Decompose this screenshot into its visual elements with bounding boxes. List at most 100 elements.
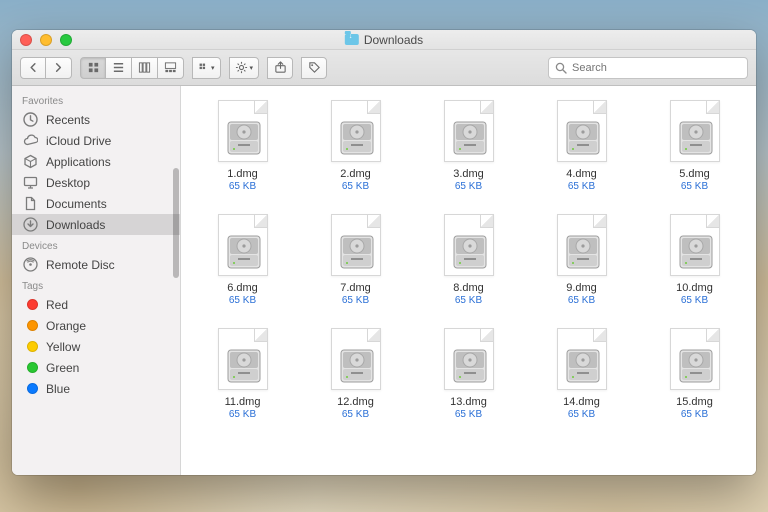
sidebar-scrollbar[interactable] xyxy=(173,168,179,278)
file-item[interactable]: 10.dmg65 KB xyxy=(643,214,746,306)
dmg-file-icon xyxy=(670,328,720,390)
dmg-file-icon xyxy=(557,100,607,162)
file-item[interactable]: 7.dmg65 KB xyxy=(304,214,407,306)
file-item[interactable]: 5.dmg65 KB xyxy=(643,100,746,192)
dmg-file-icon xyxy=(331,328,381,390)
gallery-view-button[interactable] xyxy=(158,57,184,79)
sidebar-item-applications[interactable]: Applications xyxy=(12,151,180,172)
file-size: 65 KB xyxy=(229,181,256,192)
sidebar-item-downloads[interactable]: Downloads xyxy=(12,214,180,235)
search-input[interactable] xyxy=(572,62,741,74)
dmg-file-icon xyxy=(218,328,268,390)
file-item[interactable]: 14.dmg65 KB xyxy=(530,328,633,420)
arrange-button[interactable]: ▾ xyxy=(192,57,221,79)
file-item[interactable]: 9.dmg65 KB xyxy=(530,214,633,306)
icon-view-button[interactable] xyxy=(80,57,106,79)
file-name: 3.dmg xyxy=(453,168,484,180)
sidebar-item-label: Documents xyxy=(46,197,107,211)
dmg-file-icon xyxy=(444,100,494,162)
nav-buttons xyxy=(20,57,72,79)
window-controls xyxy=(20,34,72,46)
dmg-file-icon xyxy=(670,214,720,276)
share-button[interactable] xyxy=(267,57,293,79)
sidebar-item-green[interactable]: Green xyxy=(12,357,180,378)
doc-icon xyxy=(22,196,39,211)
file-name: 12.dmg xyxy=(337,396,374,408)
column-view-button[interactable] xyxy=(132,57,158,79)
list-view-button[interactable] xyxy=(106,57,132,79)
file-item[interactable]: 1.dmg65 KB xyxy=(191,100,294,192)
close-button[interactable] xyxy=(20,34,32,46)
file-item[interactable]: 4.dmg65 KB xyxy=(530,100,633,192)
file-item[interactable]: 15.dmg65 KB xyxy=(643,328,746,420)
file-name: 9.dmg xyxy=(566,282,597,294)
toolbar: ▾ ▾ xyxy=(12,50,756,86)
green-tag-icon xyxy=(22,360,39,375)
sidebar: FavoritesRecentsiCloud DriveApplications… xyxy=(12,86,181,475)
sidebar-item-orange[interactable]: Orange xyxy=(12,315,180,336)
window-body: FavoritesRecentsiCloud DriveApplications… xyxy=(12,86,756,475)
file-item[interactable]: 3.dmg65 KB xyxy=(417,100,520,192)
file-item[interactable]: 13.dmg65 KB xyxy=(417,328,520,420)
zoom-button[interactable] xyxy=(60,34,72,46)
file-name: 10.dmg xyxy=(676,282,713,294)
file-size: 65 KB xyxy=(229,409,256,420)
minimize-button[interactable] xyxy=(40,34,52,46)
sidebar-item-icloud-drive[interactable]: iCloud Drive xyxy=(12,130,180,151)
forward-button[interactable] xyxy=(46,57,72,79)
sidebar-item-label: Remote Disc xyxy=(46,258,115,272)
search-field[interactable] xyxy=(548,57,748,79)
dmg-file-icon xyxy=(557,328,607,390)
file-name: 11.dmg xyxy=(225,396,261,408)
file-size: 65 KB xyxy=(568,181,595,192)
sidebar-item-label: Desktop xyxy=(46,176,90,190)
file-name: 2.dmg xyxy=(340,168,371,180)
sidebar-item-documents[interactable]: Documents xyxy=(12,193,180,214)
file-item[interactable]: 8.dmg65 KB xyxy=(417,214,520,306)
file-size: 65 KB xyxy=(455,181,482,192)
red-tag-icon xyxy=(22,297,39,312)
sidebar-item-yellow[interactable]: Yellow xyxy=(12,336,180,357)
content-area[interactable]: 1.dmg65 KB2.dmg65 KB3.dmg65 KB4.dmg65 KB… xyxy=(181,86,756,475)
dmg-file-icon xyxy=(331,214,381,276)
sidebar-item-remote-disc[interactable]: Remote Disc xyxy=(12,254,180,275)
sidebar-item-label: Blue xyxy=(46,382,70,396)
search-icon xyxy=(555,62,567,74)
file-size: 65 KB xyxy=(681,295,708,306)
file-item[interactable]: 2.dmg65 KB xyxy=(304,100,407,192)
sidebar-item-red[interactable]: Red xyxy=(12,294,180,315)
sidebar-item-label: Green xyxy=(46,361,79,375)
tag-group xyxy=(301,57,327,79)
desktop-icon xyxy=(22,175,39,190)
titlebar[interactable]: Downloads xyxy=(12,30,756,50)
sidebar-item-label: Downloads xyxy=(46,218,105,232)
window-title: Downloads xyxy=(345,33,423,47)
file-name: 5.dmg xyxy=(679,168,710,180)
orange-tag-icon xyxy=(22,318,39,333)
file-name: 8.dmg xyxy=(453,282,484,294)
apps-icon xyxy=(22,154,39,169)
finder-window: Downloads ▾ ▾ FavoritesRecentsiCloud Dri… xyxy=(12,30,756,475)
file-item[interactable]: 12.dmg65 KB xyxy=(304,328,407,420)
blue-tag-icon xyxy=(22,381,39,396)
sidebar-item-desktop[interactable]: Desktop xyxy=(12,172,180,193)
tag-button[interactable] xyxy=(301,57,327,79)
view-buttons xyxy=(80,57,184,79)
download-icon xyxy=(22,217,39,232)
dmg-file-icon xyxy=(444,214,494,276)
dmg-file-icon xyxy=(331,100,381,162)
file-size: 65 KB xyxy=(568,295,595,306)
file-name: 7.dmg xyxy=(340,282,371,294)
file-item[interactable]: 11.dmg65 KB xyxy=(191,328,294,420)
back-button[interactable] xyxy=(20,57,46,79)
arrange-group: ▾ xyxy=(192,57,221,79)
file-item[interactable]: 6.dmg65 KB xyxy=(191,214,294,306)
file-size: 65 KB xyxy=(342,295,369,306)
sidebar-item-recents[interactable]: Recents xyxy=(12,109,180,130)
file-grid: 1.dmg65 KB2.dmg65 KB3.dmg65 KB4.dmg65 KB… xyxy=(191,100,746,420)
action-button[interactable]: ▾ xyxy=(229,57,260,79)
clock-icon xyxy=(22,112,39,127)
sidebar-item-blue[interactable]: Blue xyxy=(12,378,180,399)
dmg-file-icon xyxy=(218,214,268,276)
sidebar-header: Favorites xyxy=(12,90,180,109)
